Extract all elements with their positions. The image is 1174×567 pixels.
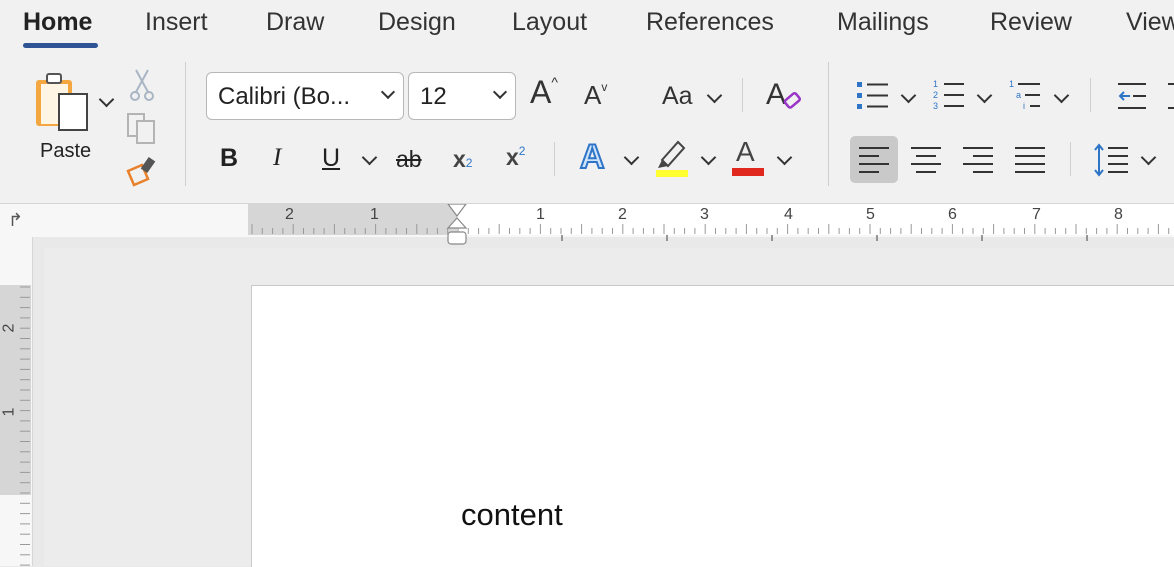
font-color-icon[interactable]: A bbox=[731, 136, 765, 178]
align-right-icon[interactable] bbox=[963, 147, 993, 173]
svg-text:2: 2 bbox=[933, 90, 938, 100]
ruler-number: 5 bbox=[866, 206, 875, 223]
tab-layout[interactable]: Layout bbox=[512, 8, 587, 37]
change-case-chevron-icon[interactable] bbox=[706, 87, 723, 104]
align-center-icon[interactable] bbox=[911, 147, 941, 173]
tab-draw[interactable]: Draw bbox=[266, 8, 324, 37]
text-effects-icon[interactable]: A bbox=[579, 137, 606, 177]
line-spacing-icon[interactable] bbox=[1094, 142, 1130, 178]
svg-text:1: 1 bbox=[933, 79, 938, 89]
font-color-chevron-icon[interactable] bbox=[776, 149, 793, 166]
divider bbox=[742, 78, 743, 112]
ruler-number: 7 bbox=[1032, 206, 1041, 223]
align-left-icon bbox=[859, 147, 889, 173]
ruler-ticks bbox=[251, 224, 1170, 241]
clipboard-icon bbox=[36, 73, 88, 131]
multilevel-chevron-icon[interactable] bbox=[1053, 87, 1070, 104]
document-text[interactable]: content bbox=[461, 497, 563, 533]
divider bbox=[828, 62, 829, 186]
tab-design[interactable]: Design bbox=[378, 8, 456, 37]
ruler-number: 6 bbox=[948, 206, 957, 223]
justify-icon[interactable] bbox=[1015, 147, 1045, 173]
line-spacing-chevron-icon[interactable] bbox=[1140, 149, 1157, 166]
ruler-number: 2 bbox=[618, 206, 627, 223]
ribbon-tab-bar: Home Insert Draw Design Layout Reference… bbox=[0, 0, 1174, 52]
ruler-number: 1 bbox=[536, 206, 545, 223]
shrink-font-button[interactable]: Av bbox=[584, 80, 607, 111]
font-name-value: Calibri (Bo... bbox=[218, 83, 351, 110]
paste-dropdown-chevron-icon[interactable] bbox=[98, 91, 115, 108]
underline-chevron-icon[interactable] bbox=[361, 149, 378, 166]
numbering-icon[interactable]: 1 2 3 bbox=[932, 78, 966, 112]
ruler-number: 2 bbox=[0, 323, 18, 333]
tab-mailings[interactable]: Mailings bbox=[837, 8, 929, 37]
highlighter-icon[interactable] bbox=[654, 138, 690, 178]
document-page[interactable]: content bbox=[251, 285, 1174, 567]
bold-button[interactable]: B bbox=[220, 144, 238, 173]
strikethrough-button[interactable]: ab bbox=[396, 146, 422, 173]
ribbon-home: Paste Calibri (Bo... 12 A^ Av Aa A B I U… bbox=[0, 52, 1174, 204]
tab-insert[interactable]: Insert bbox=[145, 8, 208, 37]
align-left-button[interactable] bbox=[850, 136, 898, 183]
tab-home[interactable]: Home bbox=[23, 8, 92, 37]
subscript-button[interactable]: x2 bbox=[453, 146, 472, 173]
divider bbox=[554, 142, 555, 176]
ruler-number: 2 bbox=[285, 206, 294, 223]
chevron-down-icon bbox=[492, 84, 508, 100]
tab-view[interactable]: View bbox=[1126, 8, 1174, 37]
paste-button[interactable]: Paste bbox=[30, 70, 115, 165]
vertical-ruler[interactable]: 2 1 bbox=[0, 237, 33, 566]
svg-text:i: i bbox=[1023, 101, 1025, 111]
ruler-number: 4 bbox=[784, 206, 793, 223]
ruler-number: 3 bbox=[700, 206, 709, 223]
highlight-chevron-icon[interactable] bbox=[700, 149, 717, 166]
scissors-icon[interactable] bbox=[128, 68, 156, 102]
divider bbox=[185, 62, 186, 186]
increase-indent-icon[interactable] bbox=[1166, 82, 1174, 110]
bullets-chevron-icon[interactable] bbox=[900, 87, 917, 104]
paintbrush-icon[interactable] bbox=[126, 155, 160, 187]
ruler-number: 1 bbox=[370, 206, 379, 223]
font-name-dropdown[interactable]: Calibri (Bo... bbox=[206, 72, 404, 120]
text-effects-chevron-icon[interactable] bbox=[623, 149, 640, 166]
superscript-button[interactable]: x2 bbox=[506, 144, 525, 171]
active-tab-indicator bbox=[23, 43, 98, 48]
numbering-chevron-icon[interactable] bbox=[976, 87, 993, 104]
ruler-number: 1 bbox=[0, 407, 18, 417]
ruler-ticks bbox=[20, 286, 30, 566]
grow-font-button[interactable]: A^ bbox=[530, 74, 558, 111]
change-case-button[interactable]: Aa bbox=[662, 82, 693, 111]
svg-text:1: 1 bbox=[1009, 79, 1014, 89]
horizontal-ruler[interactable]: ↱ 2 1 1 2 3 4 5 6 7 8 bbox=[0, 204, 1174, 245]
tab-references[interactable]: References bbox=[646, 8, 774, 37]
svg-text:A: A bbox=[766, 78, 786, 111]
paste-label: Paste bbox=[40, 140, 92, 162]
divider bbox=[1070, 142, 1071, 176]
multilevel-list-icon[interactable]: 1 a i bbox=[1008, 78, 1042, 112]
italic-button[interactable]: I bbox=[273, 144, 281, 172]
decrease-indent-icon[interactable] bbox=[1116, 82, 1148, 110]
bullets-icon[interactable] bbox=[856, 80, 890, 112]
font-size-value: 12 bbox=[420, 83, 447, 110]
clear-formatting-icon[interactable]: A bbox=[765, 78, 803, 114]
svg-text:3: 3 bbox=[933, 101, 938, 111]
svg-text:a: a bbox=[1016, 90, 1021, 100]
ruler-number: 8 bbox=[1114, 206, 1123, 223]
chevron-down-icon bbox=[380, 84, 396, 100]
divider bbox=[1090, 78, 1091, 112]
copy-icon[interactable] bbox=[126, 112, 158, 146]
font-size-dropdown[interactable]: 12 bbox=[408, 72, 516, 120]
tab-review[interactable]: Review bbox=[990, 8, 1072, 37]
indent-marker-icon[interactable] bbox=[446, 204, 468, 246]
underline-button[interactable]: U bbox=[322, 144, 340, 173]
